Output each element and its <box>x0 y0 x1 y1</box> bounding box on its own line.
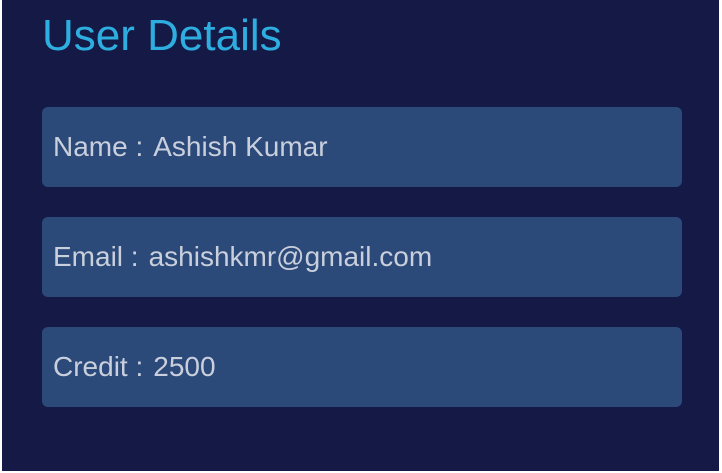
email-field: Email : ashishkmr@gmail.com <box>42 217 682 297</box>
name-value: Ashish Kumar <box>153 131 328 162</box>
credit-field: Credit : 2500 <box>42 327 682 407</box>
name-field: Name : Ashish Kumar <box>42 107 682 187</box>
name-label: Name : <box>53 131 144 162</box>
credit-label: Credit : <box>53 351 144 382</box>
email-label: Email : <box>53 241 139 272</box>
credit-value: 2500 <box>153 351 216 382</box>
user-details-screen: User Details Name : Ashish Kumar Email :… <box>2 0 719 471</box>
email-value: ashishkmr@gmail.com <box>148 241 433 272</box>
page-title: User Details <box>42 11 282 60</box>
